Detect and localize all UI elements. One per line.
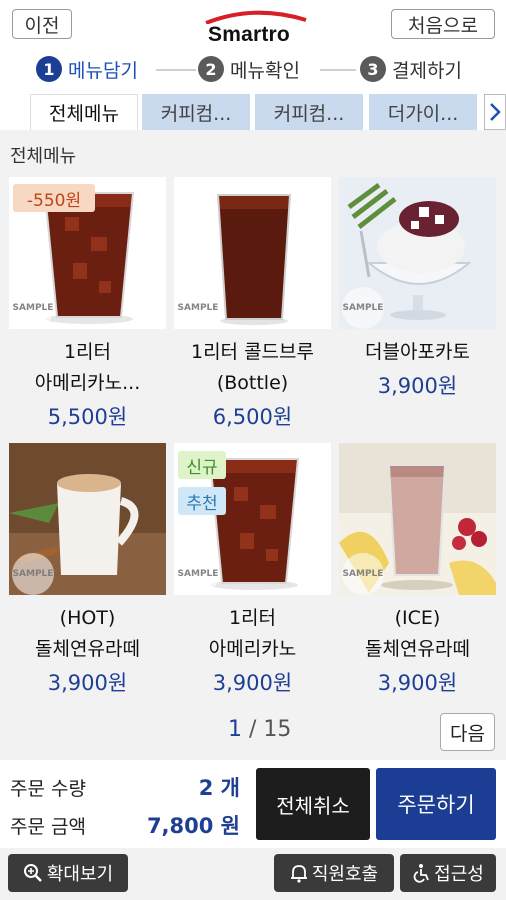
product-name-line1: 더블아포카토: [365, 341, 470, 363]
product-name-line1: (ICE): [394, 607, 441, 629]
product-image: SAMPLE: [339, 443, 496, 595]
product-image: SAMPLE -550원: [9, 177, 166, 329]
step-number: 3: [360, 56, 386, 82]
tab-coffee-combo-1[interactable]: 커피컴...: [142, 94, 250, 130]
accessibility-label: 접근성: [434, 864, 484, 885]
step-payment: 3 결제하기: [360, 52, 462, 86]
product-card[interactable]: SAMPLE 1리터 콜드브루 (Bottle) 6,500원: [174, 177, 331, 437]
product-name-line1: 1리터: [228, 607, 277, 629]
step-add-menu: 1 메뉴담기: [36, 52, 138, 86]
tab-more[interactable]: 더가이...: [369, 94, 477, 130]
product-price: 5,500원: [47, 405, 128, 429]
product-card[interactable]: SAMPLE 신규 추천 1리터 아메리카노 3,900원: [174, 443, 331, 703]
zoom-in-icon: [23, 864, 42, 882]
call-staff-button[interactable]: 직원호출: [274, 854, 394, 892]
step-confirm-menu: 2 메뉴확인: [198, 52, 300, 86]
current-page: 1: [228, 717, 242, 742]
product-price: 3,900원: [377, 671, 458, 695]
product-price: 3,900원: [47, 671, 128, 695]
order-quantity-label: 주문 수량: [10, 778, 86, 800]
sample-watermark: SAMPLE: [177, 287, 219, 329]
step-divider: [320, 69, 356, 71]
prev-button[interactable]: 이전: [12, 9, 72, 39]
menu-content: 전체메뉴 SAMPLE -550원 1리터 아메리카노... 5,500원 SA…: [0, 130, 506, 760]
product-name-line1: (HOT): [59, 607, 116, 629]
home-button[interactable]: 처음으로: [391, 9, 495, 39]
tab-scroll-right-button[interactable]: [484, 94, 506, 130]
order-steps: 1 메뉴담기 2 메뉴확인 3 결제하기: [0, 52, 506, 86]
product-image: SAMPLE: [9, 443, 166, 595]
chevron-right-icon: [490, 103, 501, 121]
step-number: 1: [36, 56, 62, 82]
step-label: 메뉴확인: [230, 59, 300, 82]
cancel-all-button[interactable]: 전체취소: [256, 768, 370, 840]
product-name-line2: 돌체연유라떼: [365, 638, 470, 660]
total-pages: 15: [263, 717, 292, 742]
product-name-line2: 아메리카노: [208, 638, 297, 660]
order-quantity-value: 2 개: [198, 776, 240, 800]
footer-toolbar: 확대보기 직원호출 접근성: [0, 848, 506, 900]
order-summary: 주문 수량 2 개 주문 금액 7,800 원 전체취소 주문하기: [0, 760, 506, 848]
step-number: 2: [198, 56, 224, 82]
discount-badge: -550원: [13, 184, 95, 212]
product-price: 6,500원: [212, 405, 293, 429]
pagination: 1 / 15 다음: [0, 713, 506, 753]
product-card[interactable]: SAMPLE (HOT) 돌체연유라떼 3,900원: [9, 443, 166, 703]
bell-icon: [290, 865, 307, 883]
accessibility-button[interactable]: 접근성: [400, 854, 496, 892]
product-image: SAMPLE: [339, 177, 496, 329]
smartro-logo: Smartro: [198, 10, 310, 46]
zoom-button[interactable]: 확대보기: [8, 854, 128, 892]
page-separator: /: [242, 717, 264, 742]
new-badge: 신규: [178, 451, 226, 479]
product-price: 3,900원: [377, 374, 458, 398]
section-title: 전체메뉴: [10, 146, 77, 167]
page-indicator: 1 / 15: [228, 717, 291, 742]
sample-watermark: SAMPLE: [177, 553, 219, 595]
product-image: SAMPLE 신규 추천: [174, 443, 331, 595]
place-order-button[interactable]: 주문하기: [376, 768, 496, 840]
next-page-button[interactable]: 다음: [440, 713, 495, 751]
product-name-line1: 1리터: [63, 341, 112, 363]
product-card[interactable]: SAMPLE (ICE) 돌체연유라떼 3,900원: [339, 443, 496, 703]
sample-watermark: SAMPLE: [12, 287, 54, 329]
product-image: SAMPLE: [174, 177, 331, 329]
product-name-line2: 돌체연유라떼: [35, 638, 140, 660]
wheelchair-icon: [413, 864, 429, 883]
category-tabs: 전체메뉴 커피컴... 커피컴... 더가이...: [0, 92, 506, 130]
product-name-line2: (Bottle): [216, 372, 289, 394]
tab-all-menu[interactable]: 전체메뉴: [30, 94, 138, 130]
step-label: 결제하기: [392, 59, 462, 82]
product-card[interactable]: SAMPLE -550원 1리터 아메리카노... 5,500원: [9, 177, 166, 437]
tab-coffee-combo-2[interactable]: 커피컴...: [255, 94, 363, 130]
sample-watermark: SAMPLE: [12, 553, 54, 595]
recommended-badge: 추천: [178, 487, 226, 515]
call-staff-label: 직원호출: [311, 864, 379, 885]
product-price: 3,900원: [212, 671, 293, 695]
order-amount-label: 주문 금액: [10, 816, 86, 838]
step-label: 메뉴담기: [68, 59, 138, 82]
order-amount-value: 7,800 원: [146, 814, 240, 838]
sample-watermark: SAMPLE: [342, 287, 384, 329]
product-name-line1: 1리터 콜드브루: [190, 341, 314, 363]
header: 이전 Smartro 처음으로: [0, 0, 506, 46]
step-divider: [156, 69, 196, 71]
logo-text: Smartro: [208, 23, 290, 46]
product-card[interactable]: SAMPLE 더블아포카토 3,900원: [339, 177, 496, 407]
logo-arc-icon: [205, 10, 307, 24]
product-name-line2: 아메리카노...: [34, 372, 141, 394]
sample-watermark: SAMPLE: [342, 553, 384, 595]
zoom-label: 확대보기: [46, 864, 114, 885]
